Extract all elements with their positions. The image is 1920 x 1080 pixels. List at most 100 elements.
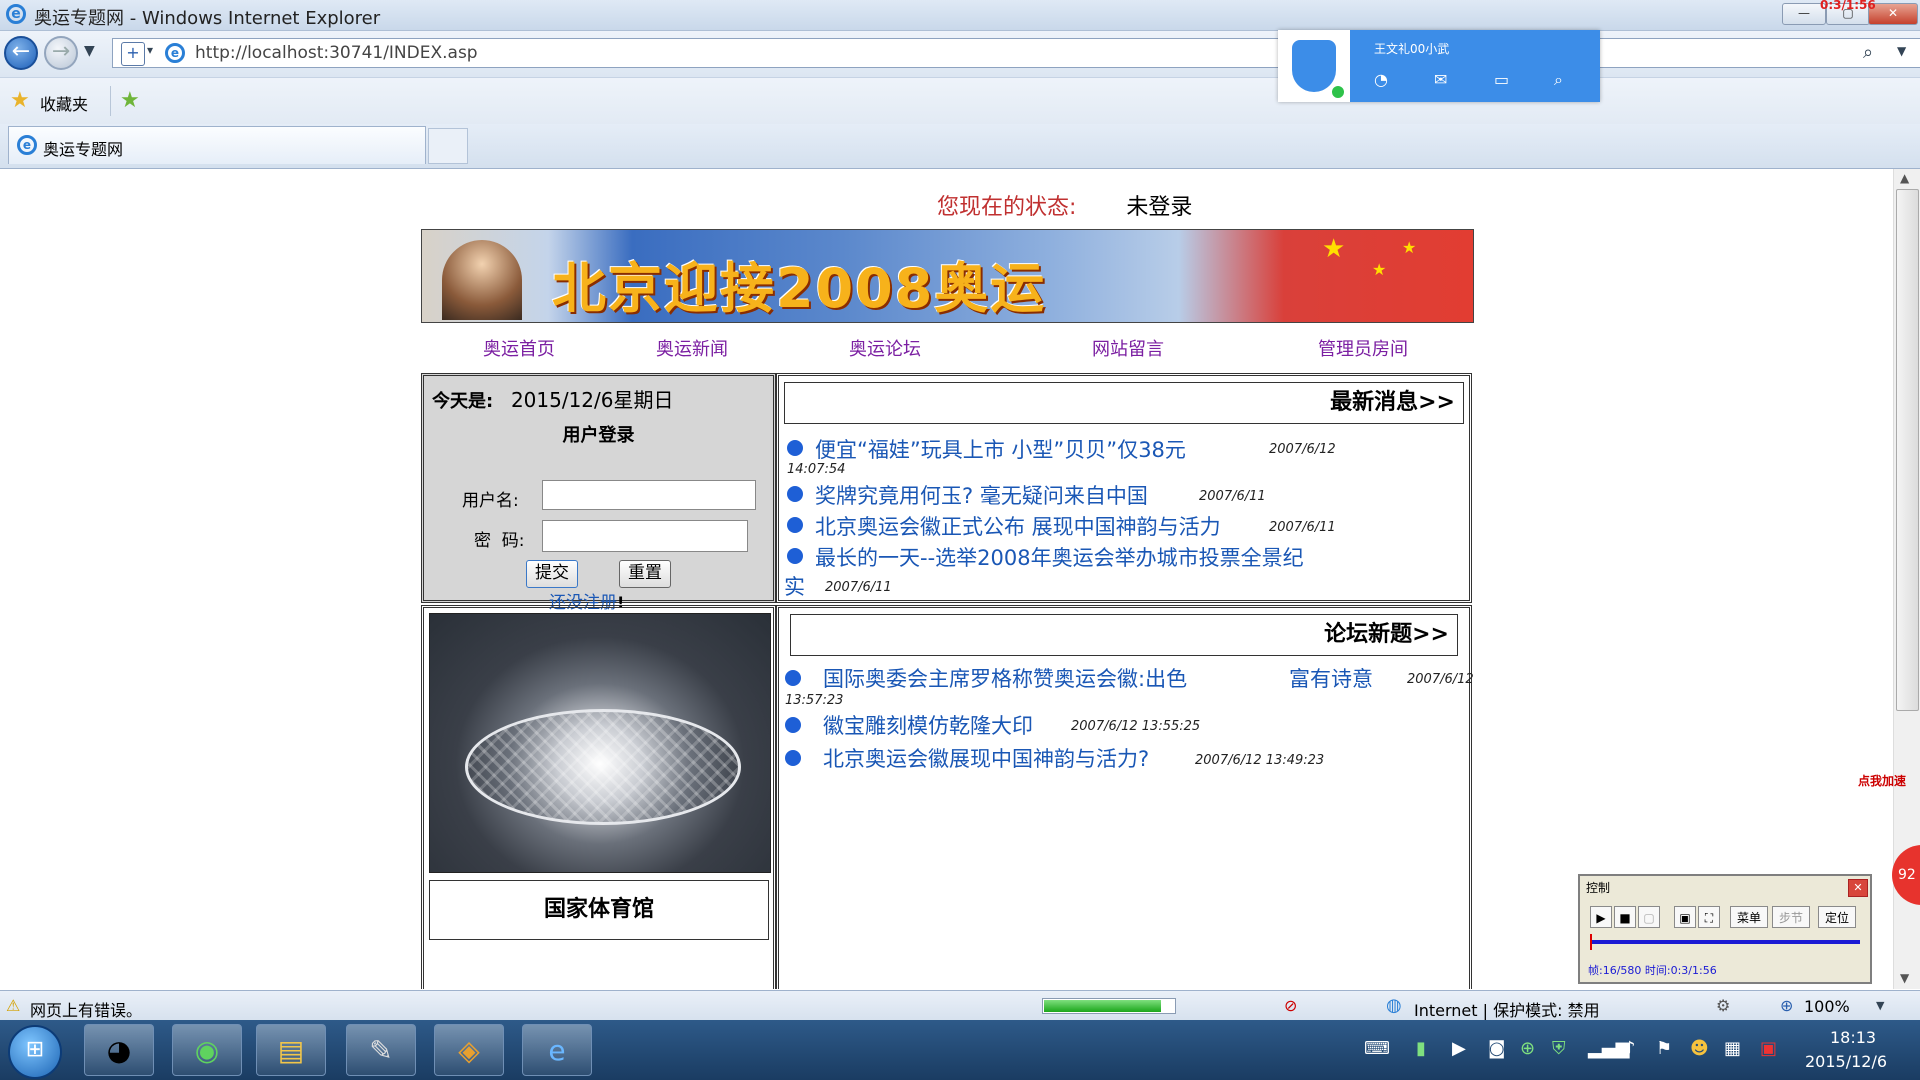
- favorites-label[interactable]: 收藏夹: [40, 91, 88, 115]
- shield-tray-icon[interactable]: ⛨: [1552, 1038, 1566, 1059]
- news-link-3[interactable]: 北京奥运会徽正式公布 展现中国神韵与活力: [815, 511, 1221, 541]
- menu-home[interactable]: 奥运首页: [483, 335, 555, 361]
- globe-icon: ◍: [1386, 995, 1402, 1016]
- qq-avatar[interactable]: [1278, 30, 1350, 102]
- add-favorite-icon[interactable]: ★: [120, 88, 140, 113]
- game-app-icon[interactable]: ◈: [434, 1024, 504, 1076]
- menu-news[interactable]: 奥运新闻: [656, 335, 728, 361]
- menu-guestbook[interactable]: 网站留言: [1092, 335, 1164, 361]
- tools-app-icon[interactable]: ✎: [346, 1024, 416, 1076]
- menu-forum[interactable]: 奥运论坛: [849, 335, 921, 361]
- browser-360-icon[interactable]: ◉: [172, 1024, 242, 1076]
- fullscreen-button[interactable]: ⛶: [1698, 906, 1720, 928]
- forum-heading[interactable]: 论坛新题>>: [790, 614, 1458, 656]
- qq-space-icon[interactable]: ◔: [1374, 70, 1388, 89]
- forum-link-3[interactable]: 北京奥运会徽展现中国神韵与活力?: [823, 743, 1149, 773]
- forward-button[interactable]: →: [44, 36, 78, 70]
- control-close-button[interactable]: ✕: [1848, 879, 1868, 897]
- forum-link-2[interactable]: 徽宝雕刻模仿乾隆大印: [823, 710, 1033, 740]
- forum-link-1-extra[interactable]: 富有诗意: [1289, 663, 1373, 693]
- popup-blocked-icon[interactable]: ⊘: [1284, 996, 1297, 1015]
- news-link-4-wrap[interactable]: 实: [784, 571, 805, 601]
- device-tray-icon[interactable]: ▦: [1724, 1038, 1741, 1059]
- scroll-thumb[interactable]: [1896, 189, 1919, 711]
- scroll-down-icon[interactable]: ▼: [1900, 971, 1909, 985]
- forum-date-2: 2007/6/12 13:55:25: [1071, 719, 1201, 734]
- security-zone[interactable]: Internet | 保护模式: 禁用: [1414, 997, 1600, 1021]
- window-mode-button[interactable]: ▣: [1674, 906, 1696, 928]
- input-tray-icon[interactable]: ▣: [1760, 1038, 1777, 1059]
- forum-time-1: 13:57:23: [785, 693, 844, 708]
- stadium-image: [429, 613, 771, 873]
- control-step-button[interactable]: 步节: [1772, 906, 1810, 928]
- tab-title: 奥运专题网: [43, 140, 124, 159]
- warning-icon[interactable]: ⚠: [6, 996, 20, 1015]
- window-title-bar: e 奥运专题网 - Windows Internet Explorer — ▢ …: [0, 0, 1920, 31]
- scroll-up-icon[interactable]: ▲: [1900, 171, 1909, 185]
- stop-button[interactable]: ■: [1614, 906, 1636, 928]
- zoom-dropdown-icon[interactable]: ▼: [1876, 999, 1884, 1012]
- frame-info: 帧:16/580 时间:0:3/1:56: [1588, 964, 1717, 977]
- search-dropdown-icon[interactable]: ▼: [1897, 44, 1906, 58]
- timeline-track[interactable]: [1590, 940, 1860, 944]
- menu-admin[interactable]: 管理员房间: [1318, 335, 1408, 361]
- speed-up-label[interactable]: 点我加速: [1858, 772, 1906, 789]
- reset-button[interactable]: 重置: [619, 560, 671, 588]
- qq-tray-icon[interactable]: ☻: [1690, 1038, 1709, 1059]
- security-tray-icon[interactable]: ⚑: [1656, 1038, 1672, 1059]
- username-input[interactable]: [542, 480, 756, 510]
- clock-date[interactable]: 2015/12/6: [1805, 1052, 1887, 1071]
- volume-tray-icon[interactable]: ♪: [1624, 1038, 1636, 1059]
- windows-taskbar: ⊞ ◕ ◉ ▤ ✎ ◈ e ⌨ ▮ ▶ ◙ ⊕ ⛨ ▂▄▆ ♪ ⚑ ☻ ▦ ▣ …: [0, 1020, 1920, 1080]
- news-date-3: 2007/6/11: [1269, 520, 1336, 535]
- favorites-star-icon[interactable]: ★: [10, 88, 30, 113]
- news-link-1[interactable]: 便宜“福娃”玩具上市 小型”贝贝”仅38元: [815, 434, 1186, 464]
- zoom-level[interactable]: 100%: [1804, 997, 1850, 1016]
- zoom-icon[interactable]: ⊕: [1780, 996, 1793, 1015]
- battery-tray-icon[interactable]: ▮: [1416, 1038, 1426, 1059]
- news-time-1: 14:07:54: [787, 462, 846, 477]
- explorer-folder-icon[interactable]: ▤: [256, 1024, 326, 1076]
- zoom-settings-icon[interactable]: ⚙: [1716, 996, 1730, 1015]
- new-tab-button[interactable]: [428, 128, 468, 164]
- password-input[interactable]: [542, 520, 748, 552]
- search-icon[interactable]: ⌕: [1863, 42, 1873, 63]
- clock-time[interactable]: 18:13: [1830, 1028, 1876, 1047]
- qq-search-icon[interactable]: ⌕: [1554, 70, 1563, 90]
- ie-taskbar-icon[interactable]: e: [522, 1024, 592, 1076]
- control-menu-button[interactable]: 菜单: [1730, 906, 1768, 928]
- qq-wallet-icon[interactable]: ▭: [1494, 70, 1509, 89]
- add-tray-icon[interactable]: ⊕: [1520, 1038, 1535, 1059]
- timeline-marker[interactable]: [1590, 934, 1592, 950]
- compatibility-icon[interactable]: +: [121, 42, 145, 66]
- camera-tray-icon[interactable]: ◙: [1488, 1038, 1505, 1059]
- login-status: 您现在的状态: 未登录: [937, 189, 1192, 221]
- qq-mail-icon[interactable]: ✉: [1434, 70, 1447, 89]
- start-button[interactable]: ⊞: [8, 1025, 62, 1079]
- compatibility-dropdown-icon[interactable]: ▾: [147, 43, 153, 57]
- history-dropdown-icon[interactable]: ▼: [84, 43, 95, 59]
- control-locate-button[interactable]: 定位: [1818, 906, 1856, 928]
- address-bar[interactable]: + ▾ e http://localhost:30741/INDEX.asp ⌕…: [112, 38, 1920, 68]
- forum-date-1: 2007/6/12: [1407, 672, 1474, 687]
- forum-link-1[interactable]: 国际奥委会主席罗格称赞奥运会徽:出色: [823, 663, 1187, 693]
- news-date-1: 2007/6/12: [1269, 442, 1336, 457]
- media-play-tray-icon[interactable]: ▶: [1452, 1038, 1466, 1059]
- submit-button[interactable]: 提交: [526, 560, 578, 588]
- pause-button[interactable]: ▢: [1638, 906, 1660, 928]
- latest-news-heading[interactable]: 最新消息>>: [784, 382, 1464, 424]
- keyboard-tray-icon[interactable]: ⌨: [1364, 1038, 1390, 1059]
- news-link-2[interactable]: 奖牌究竟用何玉? 毫无疑问来自中国: [815, 480, 1148, 510]
- forum-panel: 论坛新题>> 国际奥委会主席罗格称赞奥运会徽:出色 富有诗意 2007/6/12…: [776, 605, 1474, 989]
- address-url[interactable]: http://localhost:30741/INDEX.asp: [195, 43, 478, 63]
- olympic-banner: 北京迎接2008奥运 ★ ★ ★: [421, 229, 1474, 323]
- window-title: 奥运专题网 - Windows Internet Explorer: [34, 8, 381, 29]
- qq-popup: 王文礼00小武 ◔ ✉ ▭ ⌕: [1278, 30, 1600, 102]
- app-icon-1[interactable]: ◕: [84, 1024, 154, 1076]
- play-button[interactable]: ▶: [1590, 906, 1612, 928]
- status-message[interactable]: 网页上有错误。: [30, 997, 142, 1021]
- tab-olympic[interactable]: e 奥运专题网: [8, 126, 426, 164]
- back-button[interactable]: ←: [4, 36, 38, 70]
- news-link-4[interactable]: 最长的一天--选举2008年奥运会举办城市投票全景纪: [815, 542, 1304, 572]
- bullet-icon: [785, 670, 801, 686]
